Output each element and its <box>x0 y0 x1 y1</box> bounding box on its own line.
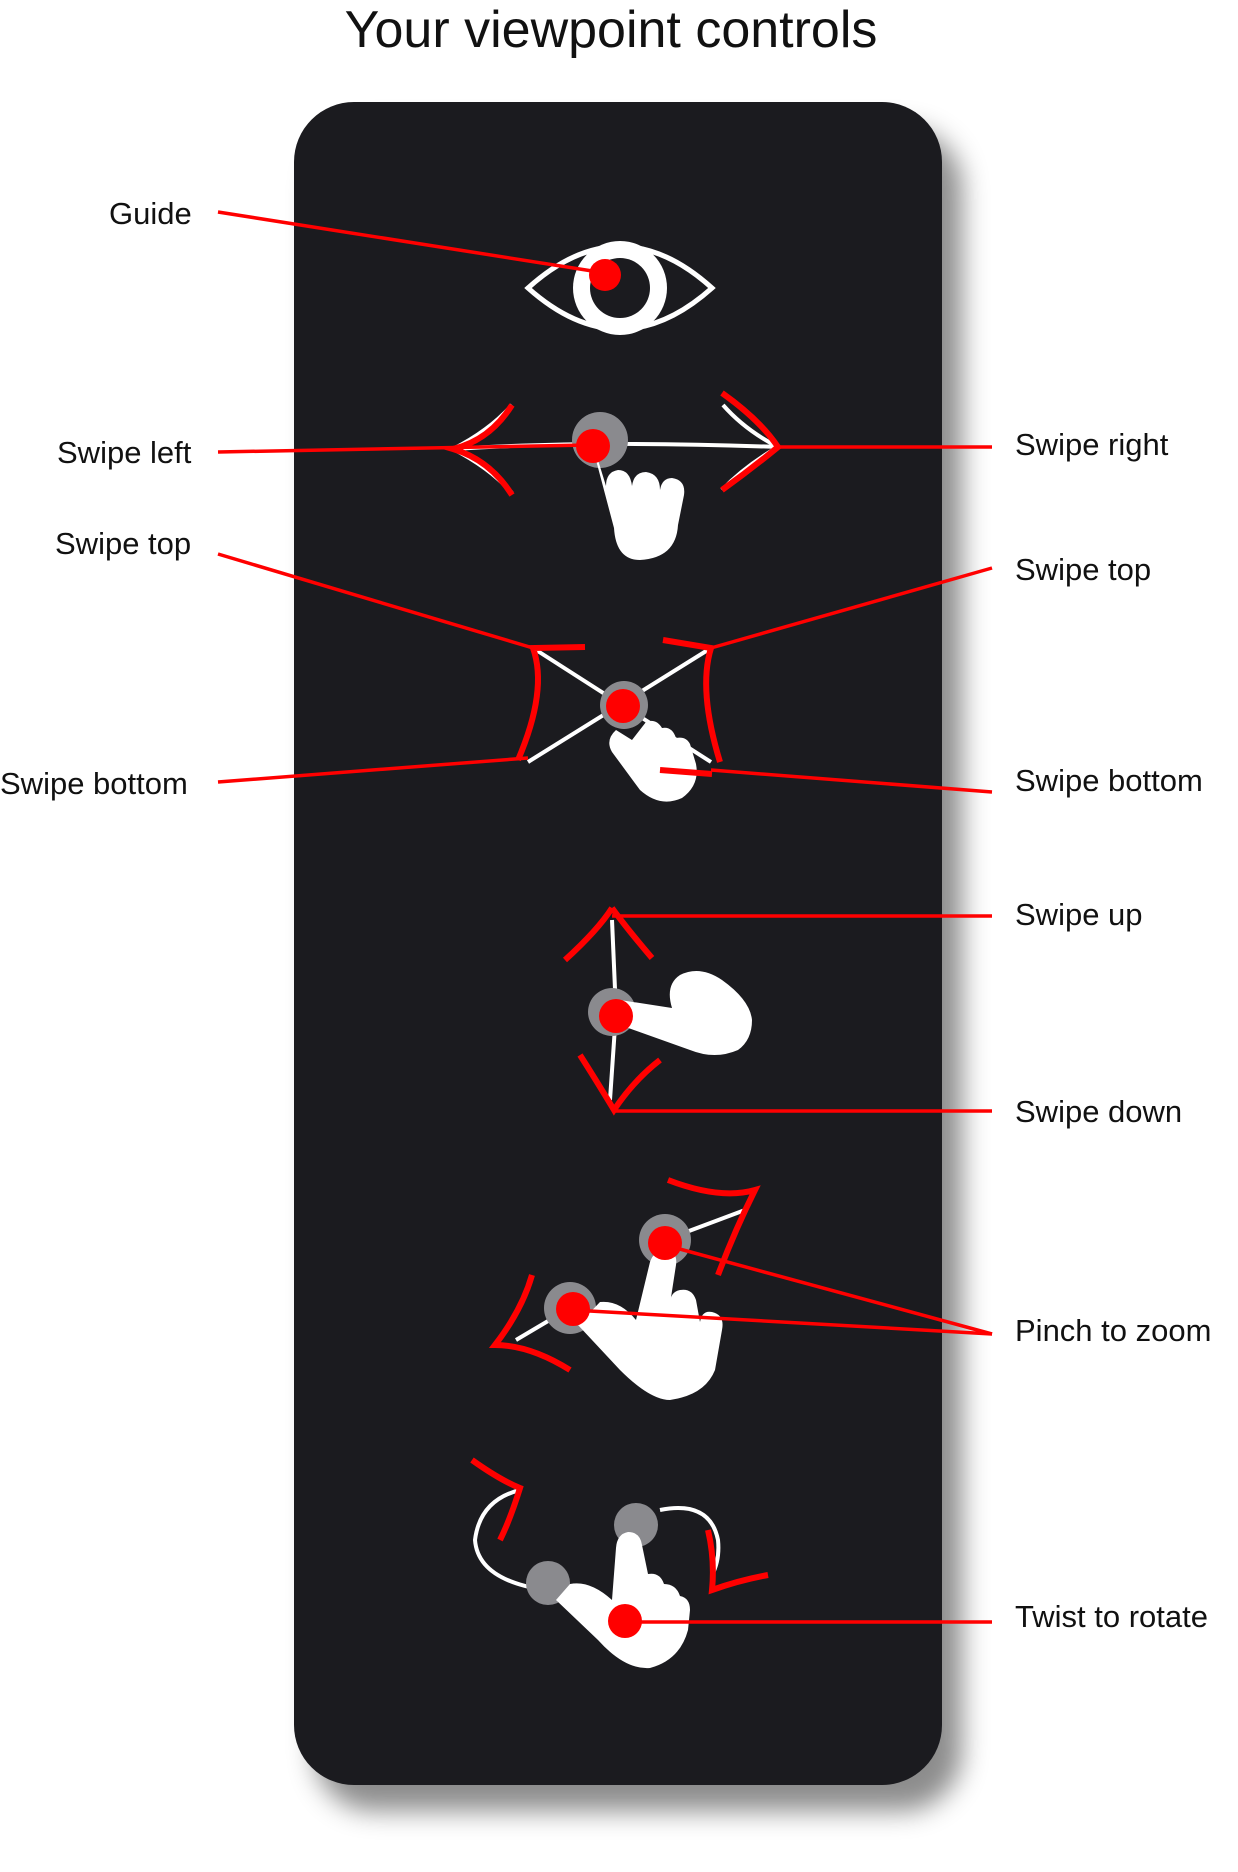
callout-line-swipe-top-right <box>710 566 993 650</box>
callout-line-swipe-top-left <box>217 552 534 650</box>
eye-icon <box>524 241 716 335</box>
label-swipe-top-right: Swipe top <box>1015 552 1152 587</box>
label-swipe-bottom-right: Swipe bottom <box>1015 763 1203 798</box>
callout-dot-swipe-vertical <box>599 999 633 1033</box>
callout-line-guide <box>217 210 606 275</box>
label-swipe-top-left: Swipe top <box>55 526 192 561</box>
callout-dot-twist <box>608 1604 642 1638</box>
label-swipe-left: Swipe left <box>57 435 192 470</box>
pinch-icon <box>488 1177 761 1400</box>
label-swipe-down: Swipe down <box>1015 1094 1183 1129</box>
label-swipe-right: Swipe right <box>1015 427 1169 462</box>
callout-line-swipe-bottom-right <box>710 768 993 794</box>
callout-dot-swipe-horizontal <box>576 429 610 463</box>
label-guide: Guide <box>109 196 192 231</box>
gesture-diagram <box>217 210 993 1669</box>
swipe-vertical-icon <box>562 906 752 1116</box>
callout-dot-guide <box>589 259 621 291</box>
callout-line-swipe-bottom-left <box>217 756 529 784</box>
swipe-horizontal-icon <box>441 390 783 560</box>
label-pinch-to-zoom: Pinch to zoom <box>1015 1313 1212 1348</box>
label-twist-to-rotate: Twist to rotate <box>1015 1599 1208 1634</box>
label-swipe-up: Swipe up <box>1015 897 1143 932</box>
callout-dot-pinch-lower <box>556 1292 590 1326</box>
callout-dot-pinch-upper <box>648 1226 682 1260</box>
callout-dot-swipe-diagonal <box>606 689 640 723</box>
label-swipe-bottom-left: Swipe bottom <box>0 766 188 801</box>
callout-line-swipe-left <box>217 443 591 454</box>
